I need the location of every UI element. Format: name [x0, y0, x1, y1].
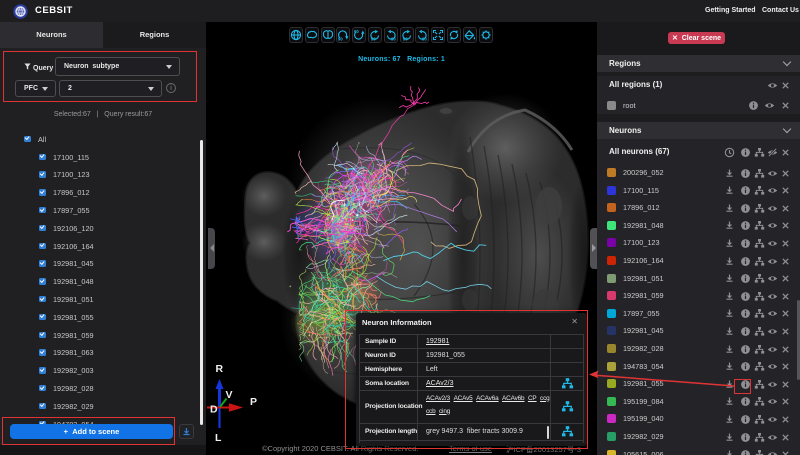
- svg-text:90: 90: [391, 37, 396, 42]
- svg-text:90: 90: [422, 37, 427, 42]
- svg-text:90: 90: [403, 37, 408, 42]
- svg-text:D: D: [210, 404, 218, 416]
- svg-text:P: P: [250, 396, 257, 408]
- svg-text:90: 90: [354, 29, 359, 34]
- svg-text:90: 90: [371, 37, 376, 42]
- svg-text:R: R: [216, 363, 224, 375]
- svg-text:L: L: [215, 432, 222, 444]
- svg-text:90: 90: [338, 37, 343, 42]
